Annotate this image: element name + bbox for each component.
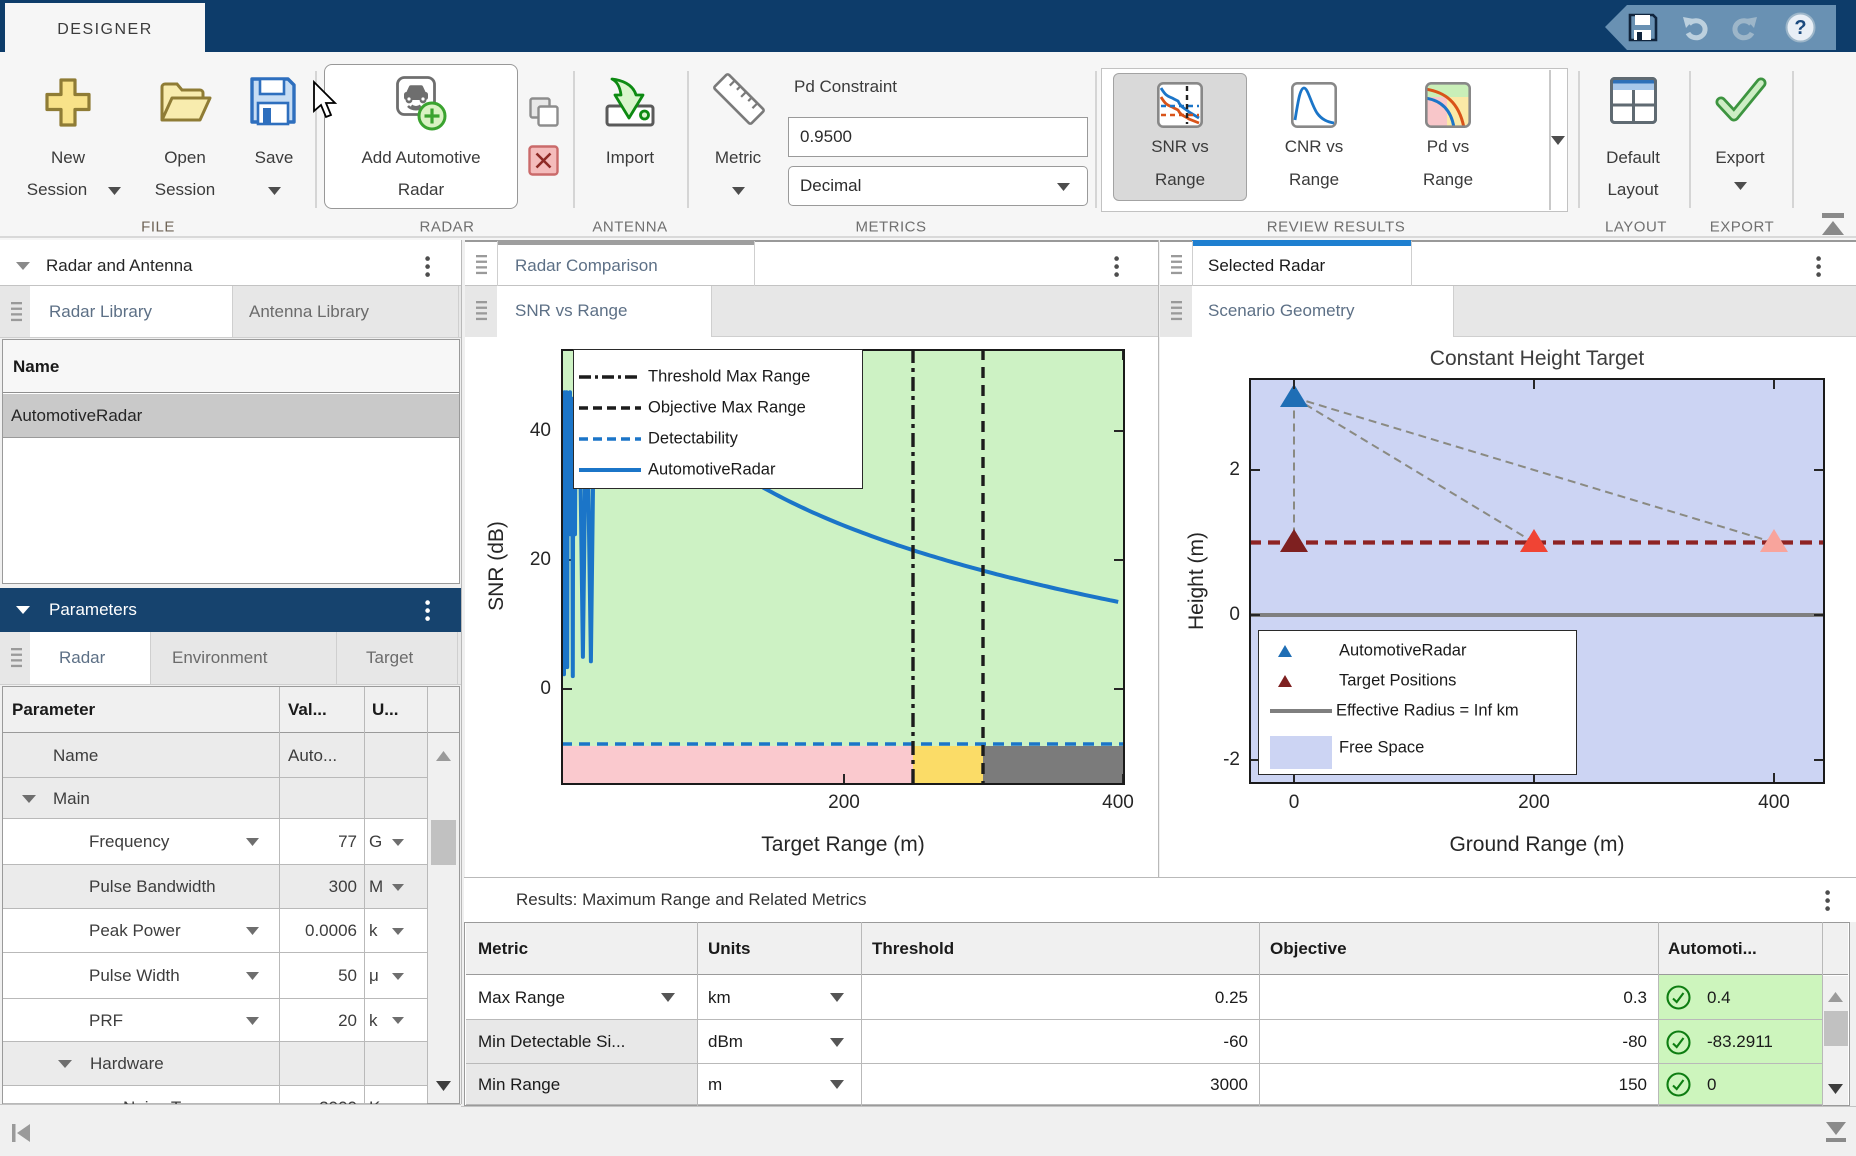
svg-text:?: ? bbox=[1794, 17, 1806, 39]
